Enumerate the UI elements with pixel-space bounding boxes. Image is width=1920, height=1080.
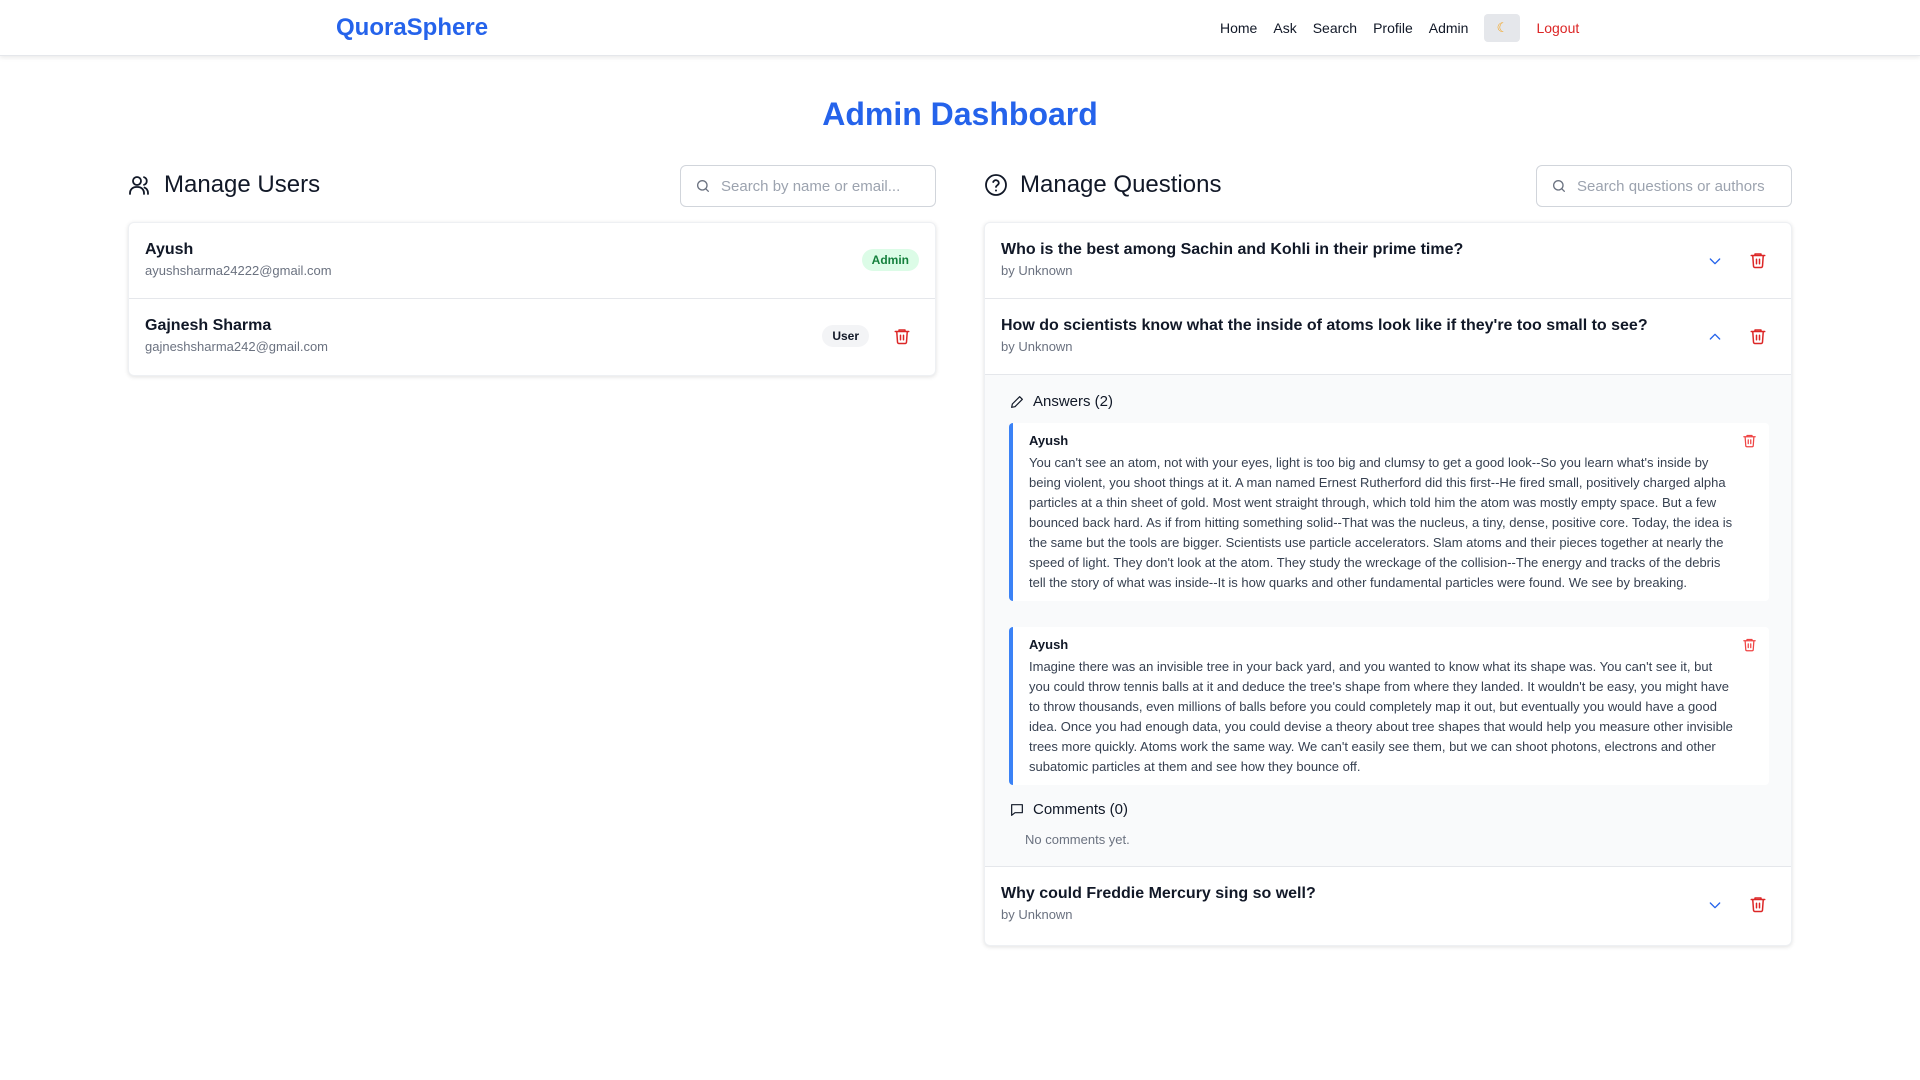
nav-ask-link[interactable]: Ask: [1273, 14, 1296, 42]
nav-admin-link[interactable]: Admin: [1429, 14, 1469, 42]
answers-header: Answers (2): [1009, 393, 1113, 410]
user-row: Ayush ayushsharma24222@gmail.com Admin: [129, 223, 935, 299]
comments-header: Comments (0): [1009, 801, 1128, 818]
delete-question-icon[interactable]: [1749, 895, 1767, 913]
question-author: by Unknown: [1001, 263, 1073, 278]
pencil-icon: [1011, 395, 1023, 408]
chevron-down-icon[interactable]: [1707, 253, 1723, 269]
question-title[interactable]: Why could Freddie Mercury sing so well?: [1001, 885, 1316, 903]
comments-heading: Comments (0): [1033, 801, 1129, 818]
question-row[interactable]: How do scientists know what the inside o…: [985, 299, 1791, 375]
expanded-question-panel: Answers (2) Ayush You can't see an atom,…: [985, 375, 1791, 867]
delete-answer-icon[interactable]: [1742, 637, 1757, 652]
user-search-box[interactable]: [680, 165, 936, 207]
nav-home-link[interactable]: Home: [1220, 14, 1257, 42]
user-email: gajneshsharma242@gmail.com: [145, 339, 329, 354]
questions-list: Who is the best among Sachin and Kohli i…: [984, 222, 1792, 946]
users-icon: [129, 176, 149, 195]
answers-heading: Answers (2): [1033, 393, 1114, 410]
answer-card: Ayush Imagine there was an invisible tre…: [1009, 627, 1769, 785]
question-search-input[interactable]: [1577, 177, 1787, 195]
search-icon: [697, 180, 709, 192]
manage-questions-header: Manage Questions: [984, 171, 1221, 199]
user-row: Gajnesh Sharma gajneshsharma242@gmail.co…: [129, 299, 935, 375]
user-search-input[interactable]: [721, 177, 931, 195]
nav-profile-link[interactable]: Profile: [1373, 14, 1413, 42]
answer-text: You can't see an atom, not with your eye…: [1029, 455, 1733, 590]
brand-logo[interactable]: QuoraSphere: [336, 14, 488, 42]
answer-text: Imagine there was an invisible tree in y…: [1029, 659, 1733, 774]
delete-answer-icon[interactable]: [1742, 433, 1757, 448]
question-author: by Unknown: [1001, 339, 1073, 354]
page-title: Admin Dashboard: [822, 96, 1098, 132]
user-name: Gajnesh Sharma: [145, 317, 272, 334]
user-email: ayushsharma24222@gmail.com: [145, 263, 332, 278]
role-badge: Admin: [861, 249, 919, 271]
question-circle-icon: [985, 174, 1007, 196]
manage-questions-title: Manage Questions: [1020, 171, 1222, 198]
delete-question-icon[interactable]: [1749, 327, 1767, 345]
delete-user-icon[interactable]: [893, 327, 911, 345]
chevron-up-icon[interactable]: [1707, 329, 1723, 345]
answer-author: Ayush: [1029, 637, 1069, 652]
comment-icon: [1011, 803, 1023, 816]
logout-link[interactable]: Logout: [1536, 14, 1579, 42]
no-comments-text: No comments yet.: [1025, 832, 1130, 847]
question-search-box[interactable]: [1536, 165, 1792, 207]
question-title[interactable]: Who is the best among Sachin and Kohli i…: [1001, 241, 1463, 259]
user-name: Ayush: [145, 241, 194, 258]
nav-search-link[interactable]: Search: [1313, 14, 1357, 42]
question-row[interactable]: Who is the best among Sachin and Kohli i…: [985, 223, 1791, 299]
moon-icon: ☾: [1496, 20, 1509, 35]
question-title[interactable]: How do scientists know what the inside o…: [1001, 317, 1648, 335]
theme-toggle-button[interactable]: ☾: [1484, 14, 1521, 42]
navbar: QuoraSphere Home Ask Search Profile Admi…: [0, 0, 1920, 56]
question-author: by Unknown: [1001, 907, 1073, 922]
users-list: Ayush ayushsharma24222@gmail.com Admin G…: [128, 222, 936, 376]
role-badge: User: [822, 325, 869, 347]
chevron-down-icon[interactable]: [1707, 897, 1723, 913]
delete-question-icon[interactable]: [1749, 251, 1767, 269]
manage-users-header: Manage Users: [128, 171, 320, 199]
manage-users-title: Manage Users: [164, 171, 321, 198]
answer-author: Ayush: [1029, 433, 1069, 448]
nav-links: Home Ask Search Profile Admin ☾ Logout: [1220, 14, 1579, 42]
answer-card: Ayush You can't see an atom, not with yo…: [1009, 423, 1769, 601]
question-row[interactable]: Why could Freddie Mercury sing so well? …: [985, 867, 1791, 943]
search-icon: [1553, 180, 1565, 192]
